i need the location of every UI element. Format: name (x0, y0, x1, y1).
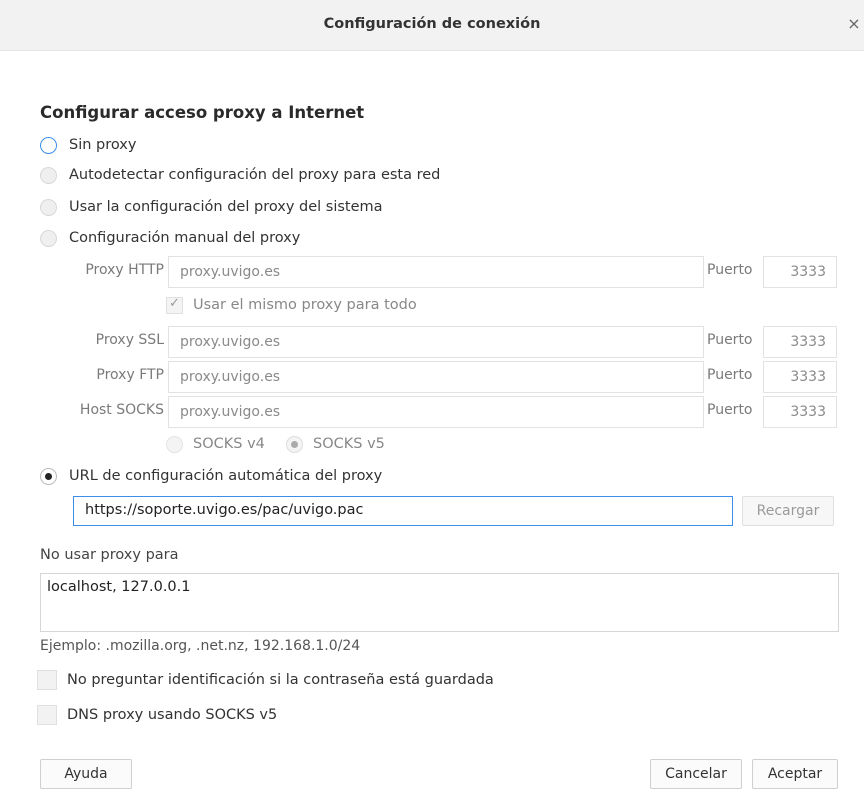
dialog-title: Configuración de conexión (323, 16, 541, 32)
dns-socks-label: DNS proxy usando SOCKS v5 (67, 707, 278, 723)
radio-button[interactable] (40, 229, 57, 247)
radio-socks-v5[interactable]: SOCKS v5 (286, 433, 385, 455)
http-port-input[interactable]: 3333 (763, 256, 837, 288)
ssl-port-input[interactable]: 3333 (763, 326, 837, 358)
close-icon[interactable]: × (846, 14, 862, 34)
socks-port-label: Puerto (707, 402, 753, 418)
radio-label: Usar la configuración del proxy del sist… (69, 199, 383, 215)
same-proxy-label: Usar el mismo proxy para todo (193, 297, 417, 313)
radio-no-proxy[interactable]: Sin proxy (40, 134, 136, 156)
ftp-port-input[interactable]: 3333 (763, 361, 837, 393)
radio-button[interactable] (40, 198, 57, 216)
radio-button[interactable] (40, 166, 57, 184)
section-heading: Configurar acceso proxy a Internet (40, 103, 365, 122)
radio-button[interactable] (286, 435, 303, 453)
radio-label: SOCKS v5 (313, 436, 385, 452)
dns-socks-checkbox[interactable] (37, 705, 57, 725)
reload-button[interactable]: Recargar (742, 496, 834, 526)
http-proxy-label: Proxy HTTP (85, 262, 164, 278)
radio-socks-v4[interactable]: SOCKS v4 (166, 433, 265, 455)
radio-auto-config-url[interactable]: URL de configuración automática del prox… (40, 465, 382, 487)
ftp-proxy-label: Proxy FTP (96, 367, 164, 383)
radio-button[interactable] (40, 467, 57, 485)
no-auth-prompt-row[interactable]: No preguntar identificación si la contra… (37, 669, 494, 691)
radio-label: Autodetectar configuración del proxy par… (69, 167, 441, 183)
help-button[interactable]: Ayuda (40, 759, 132, 789)
auto-config-url-input[interactable]: https://soporte.uvigo.es/pac/uvigo.pac (73, 496, 733, 526)
radio-autodetect[interactable]: Autodetectar configuración del proxy par… (40, 164, 440, 186)
radio-label: Sin proxy (69, 137, 137, 153)
radio-button[interactable] (166, 435, 183, 453)
radio-button[interactable] (40, 136, 57, 154)
socks-port-input[interactable]: 3333 (763, 396, 837, 428)
no-proxy-textarea[interactable]: localhost, 127.0.0.1 (40, 573, 839, 632)
radio-manual-proxy[interactable]: Configuración manual del proxy (40, 227, 300, 249)
no-auth-prompt-label: No preguntar identificación si la contra… (67, 672, 494, 688)
cancel-button[interactable]: Cancelar (650, 759, 742, 789)
no-auth-prompt-checkbox[interactable] (37, 670, 57, 690)
ftp-proxy-input[interactable]: proxy.uvigo.es (168, 361, 704, 393)
ssl-port-label: Puerto (707, 332, 753, 348)
dns-socks-row[interactable]: DNS proxy usando SOCKS v5 (37, 704, 277, 726)
ssl-proxy-input[interactable]: proxy.uvigo.es (168, 326, 704, 358)
http-port-label: Puerto (707, 262, 753, 278)
socks-host-input[interactable]: proxy.uvigo.es (168, 396, 704, 428)
no-proxy-example: Ejemplo: .mozilla.org, .net.nz, 192.168.… (40, 638, 361, 654)
ssl-proxy-label: Proxy SSL (95, 332, 164, 348)
radio-system-proxy[interactable]: Usar la configuración del proxy del sist… (40, 196, 383, 218)
radio-label: Configuración manual del proxy (69, 230, 301, 246)
same-proxy-checkbox-row[interactable]: Usar el mismo proxy para todo (166, 295, 417, 315)
accept-button[interactable]: Aceptar (752, 759, 838, 789)
ftp-port-label: Puerto (707, 367, 753, 383)
same-proxy-checkbox[interactable] (166, 296, 183, 314)
radio-label: SOCKS v4 (193, 436, 265, 452)
socks-host-label: Host SOCKS (79, 402, 164, 418)
radio-label: URL de configuración automática del prox… (69, 468, 383, 484)
dialog-titlebar: Configuración de conexión × (0, 0, 864, 51)
no-proxy-label: No usar proxy para (40, 547, 179, 563)
http-proxy-input[interactable]: proxy.uvigo.es (168, 256, 704, 288)
